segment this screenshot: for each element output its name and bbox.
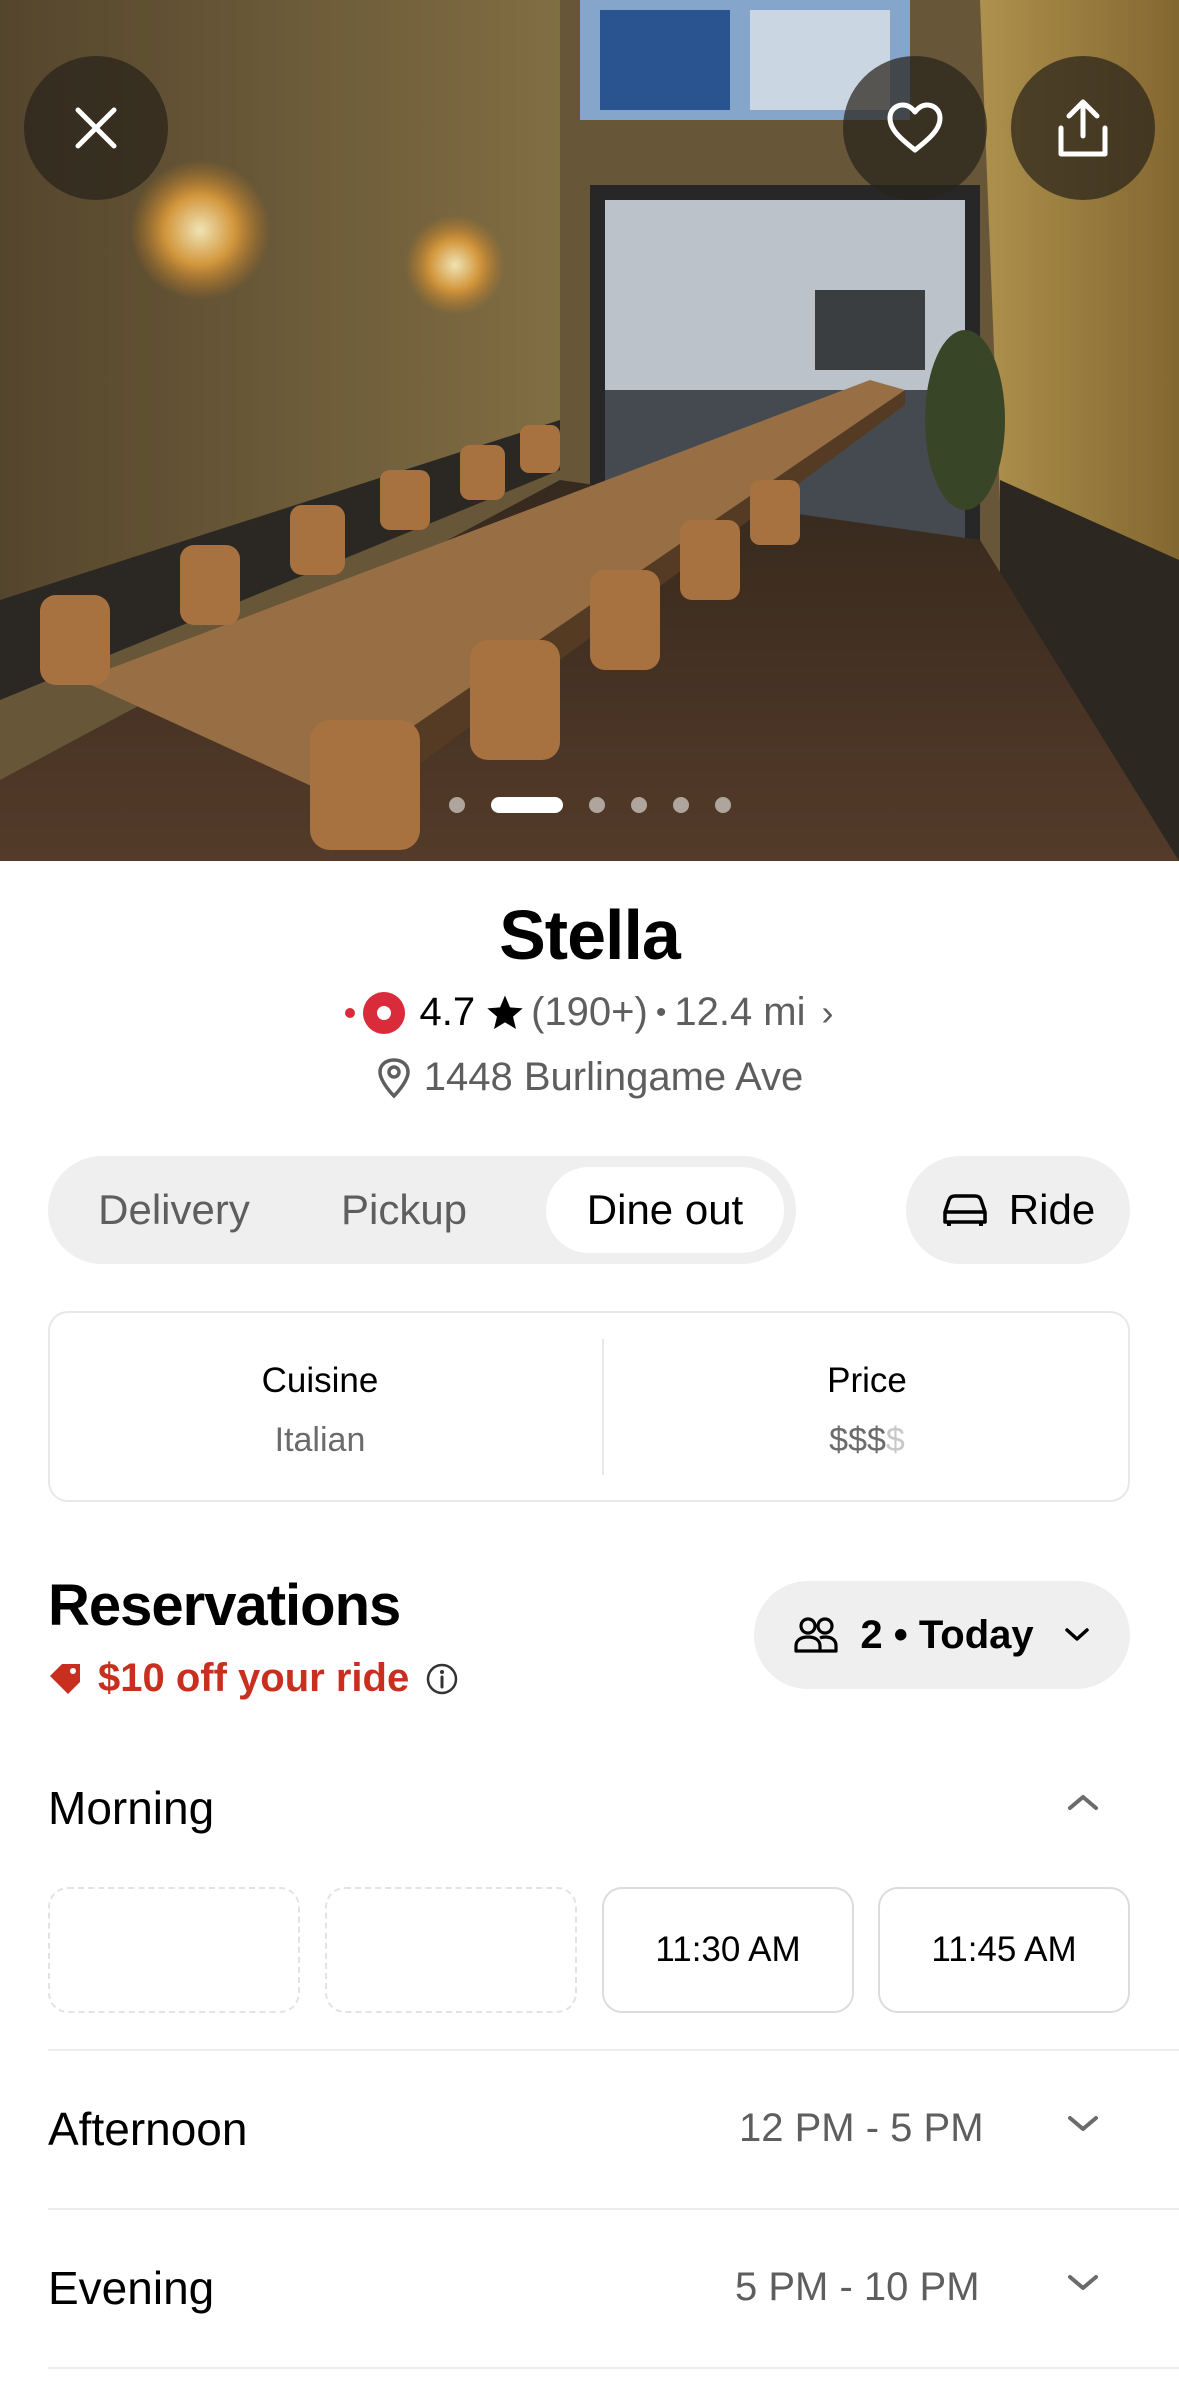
ride-promo[interactable]: $10 off your ride <box>48 1656 459 1701</box>
afternoon-range: 12 PM - 5 PM <box>739 2106 984 2150</box>
close-icon <box>75 107 117 149</box>
party-selector-label: 2 • Today <box>860 1612 1034 1657</box>
reservations-heading: Reservations <box>48 1573 401 1638</box>
time-slot-empty <box>48 1887 300 2013</box>
pagination-dot[interactable] <box>672 797 689 813</box>
hero-photo[interactable] <box>0 0 1179 861</box>
chevron-up-icon[interactable] <box>1066 1792 1100 1812</box>
distance: 12.4 mi <box>674 990 806 1034</box>
price-value-active: $$$ <box>829 1421 886 1459</box>
separator-dot: • <box>655 995 667 1029</box>
price-label: Price <box>827 1361 907 1400</box>
chevron-down-icon[interactable] <box>1066 2273 1100 2293</box>
star-icon <box>487 995 523 1029</box>
share-button[interactable] <box>1011 56 1155 200</box>
pagination-dot[interactable] <box>714 797 731 813</box>
price-value: $$$$ <box>604 1421 1130 1460</box>
heart-icon <box>887 102 943 153</box>
rating-value: 4.7 <box>419 990 476 1034</box>
restaurant-name: Stella <box>499 896 681 974</box>
close-button[interactable] <box>24 56 168 200</box>
review-count: (190+) <box>531 990 648 1034</box>
party-size-date-selector[interactable]: 2 • Today <box>754 1581 1130 1689</box>
price-cell: Price $$$$ <box>604 1361 1130 1460</box>
ride-button-label: Ride <box>1008 1186 1096 1233</box>
time-slot-empty <box>325 1887 577 2013</box>
section-morning-title[interactable]: Morning <box>48 1781 214 1835</box>
chevron-right-icon: › <box>821 991 834 1033</box>
photo-pagination[interactable] <box>0 795 1179 815</box>
info-card: Cuisine Italian Price $$$$ <box>48 1311 1130 1502</box>
restaurant-photo <box>0 0 1179 861</box>
car-icon <box>943 1194 987 1226</box>
cuisine-label: Cuisine <box>261 1361 379 1400</box>
tag-icon <box>50 1663 80 1694</box>
cuisine-cell: Cuisine Italian <box>50 1361 590 1460</box>
pagination-dot[interactable] <box>588 797 605 813</box>
cuisine-value: Italian <box>274 1421 366 1459</box>
section-divider <box>48 2208 1179 2210</box>
section-divider <box>48 2049 1179 2051</box>
address-text: 1448 Burlingame Ave <box>423 1055 804 1099</box>
favorite-button[interactable] <box>843 56 987 200</box>
section-evening-title[interactable]: Evening <box>48 2261 214 2315</box>
order-mode-segmented-control: Delivery Pickup Dine out <box>48 1156 796 1264</box>
tab-pickup[interactable]: Pickup <box>314 1167 494 1253</box>
people-icon <box>794 1617 838 1653</box>
section-divider <box>48 2367 1179 2369</box>
pagination-dot[interactable] <box>448 797 465 813</box>
rating-row[interactable]: 4.7 (190+) • 12.4 mi › <box>0 990 1179 1035</box>
promo-text: $10 off your ride <box>98 1656 410 1700</box>
evening-range: 5 PM - 10 PM <box>735 2265 980 2309</box>
info-icon[interactable] <box>425 1662 459 1696</box>
ride-button[interactable]: Ride <box>906 1156 1130 1264</box>
address-row[interactable]: 1448 Burlingame Ave <box>0 1055 1179 1100</box>
pagination-dot-active[interactable] <box>490 797 563 813</box>
chevron-down-icon <box>1064 1628 1089 1641</box>
section-afternoon-title[interactable]: Afternoon <box>48 2102 247 2156</box>
tab-dine-out[interactable]: Dine out <box>546 1167 784 1253</box>
brand-rating-icon <box>363 991 406 1034</box>
tab-delivery[interactable]: Delivery <box>74 1167 274 1253</box>
location-pin-icon <box>377 1057 410 1098</box>
time-slot[interactable]: 11:45 AM <box>878 1887 1130 2013</box>
rating-dot-icon <box>345 1007 356 1018</box>
chevron-down-icon[interactable] <box>1066 2114 1100 2134</box>
share-icon <box>1058 99 1108 157</box>
time-slot[interactable]: 11:30 AM <box>602 1887 854 2013</box>
pagination-dot[interactable] <box>630 797 647 813</box>
price-value-inactive: $ <box>885 1421 905 1459</box>
